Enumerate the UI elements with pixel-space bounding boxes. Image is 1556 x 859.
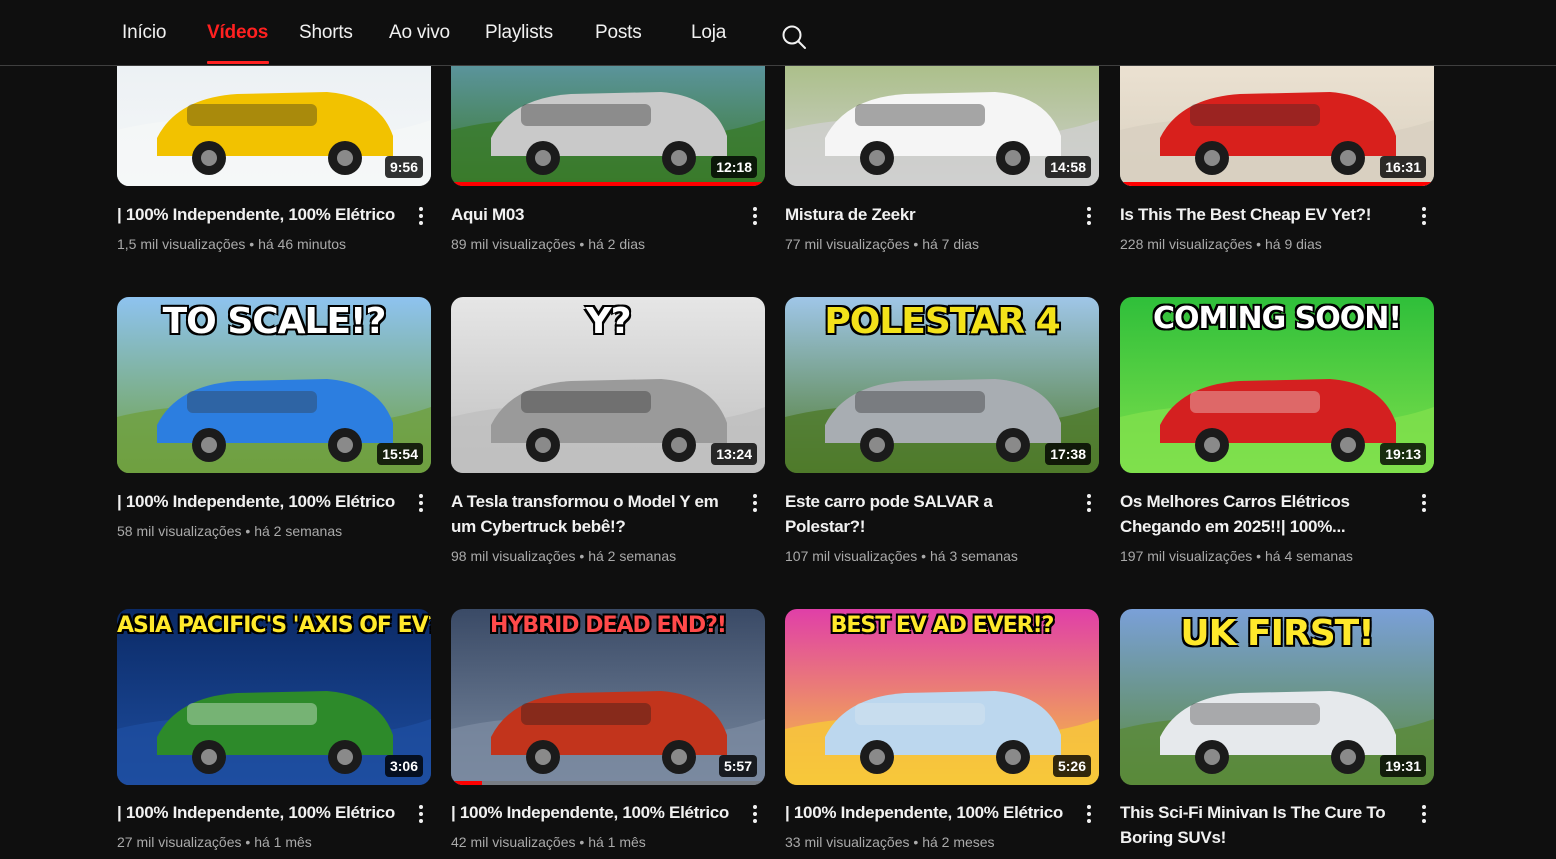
more-actions-icon[interactable] xyxy=(747,802,763,826)
video-grid: 9:56 | 100% Independente, 100% Elétrico 1,… xyxy=(0,0,1556,859)
more-actions-icon[interactable] xyxy=(1081,802,1097,826)
metadata-separator: • xyxy=(241,834,255,850)
metadata-separator: • xyxy=(575,834,589,850)
more-actions-icon[interactable] xyxy=(413,802,429,826)
video-duration-badge: 5:57 xyxy=(718,755,757,777)
video-thumbnail[interactable]: HYBRID DEAD END?! 5:57 xyxy=(451,609,765,785)
video-title[interactable]: This Sci-Fi Minivan Is The Cure To Borin… xyxy=(1120,800,1405,850)
video-card[interactable]: ASIA PACIFIC'S 'AXIS OF EV?' 3:06 | 100% I… xyxy=(117,0,431,859)
tab-playlists[interactable]: Playlists xyxy=(485,22,553,44)
upload-age: há 2 meses xyxy=(922,834,995,850)
video-thumbnail[interactable]: ASIA PACIFIC'S 'AXIS OF EV?' 3:06 xyxy=(117,609,431,785)
search-icon[interactable] xyxy=(781,24,807,50)
tab-videos[interactable]: Vídeos xyxy=(207,22,268,44)
metadata-separator: • xyxy=(909,834,923,850)
video-metadata: 27 mil visualizações • há 1 mês xyxy=(117,834,312,850)
video-metadata: 33 mil visualizações • há 2 meses xyxy=(785,834,995,850)
video-duration-badge: 3:06 xyxy=(384,755,423,777)
channel-tab-bar: Início Vídeos Shorts Ao vivo Playlists P… xyxy=(0,0,1556,66)
video-card[interactable]: BEST EV AD EVER!? 5:26 | 100% Independente… xyxy=(785,0,1099,859)
thumbnail-overlay-text: UK FIRST! xyxy=(1180,613,1374,654)
upload-age: há 1 mês xyxy=(588,834,646,850)
watch-progress-bar xyxy=(451,781,483,785)
video-duration-badge: 19:31 xyxy=(1380,755,1426,777)
tab-posts[interactable]: Posts xyxy=(595,22,642,44)
video-metadata: 42 mil visualizações • há 1 mês xyxy=(451,834,646,850)
tab-ao-vivo[interactable]: Ao vivo xyxy=(389,22,450,44)
upload-age: há 1 mês xyxy=(254,834,312,850)
view-count: 27 mil visualizações xyxy=(117,834,242,850)
view-count: 33 mil visualizações xyxy=(785,834,910,850)
thumbnail-overlay-text: BEST EV AD EVER!? xyxy=(830,613,1055,638)
tab-loja[interactable]: Loja xyxy=(691,22,726,44)
video-title[interactable]: | 100% Independente, 100% Elétrico xyxy=(117,800,402,825)
watch-progress-track xyxy=(451,781,765,785)
tab-inicio[interactable]: Início xyxy=(122,22,166,44)
video-card[interactable]: HYBRID DEAD END?! 5:57 | 100% Independente… xyxy=(451,0,765,859)
video-title[interactable]: | 100% Independente, 100% Elétrico xyxy=(785,800,1070,825)
more-actions-icon[interactable] xyxy=(1416,802,1432,826)
video-thumbnail[interactable]: UK FIRST! 19:31 xyxy=(1120,609,1434,785)
active-tab-indicator xyxy=(207,61,269,64)
thumbnail-overlay-text: HYBRID DEAD END?! xyxy=(490,613,727,638)
video-thumbnail[interactable]: BEST EV AD EVER!? 5:26 xyxy=(785,609,1099,785)
view-count: 42 mil visualizações xyxy=(451,834,576,850)
video-duration-badge: 5:26 xyxy=(1052,755,1091,777)
thumbnail-overlay-text: ASIA PACIFIC'S 'AXIS OF EV?' xyxy=(117,613,431,638)
video-title[interactable]: | 100% Independente, 100% Elétrico xyxy=(451,800,736,825)
video-card[interactable]: UK FIRST! 19:31 This Sci-Fi Minivan Is The… xyxy=(1120,0,1434,859)
tab-shorts[interactable]: Shorts xyxy=(299,22,353,44)
